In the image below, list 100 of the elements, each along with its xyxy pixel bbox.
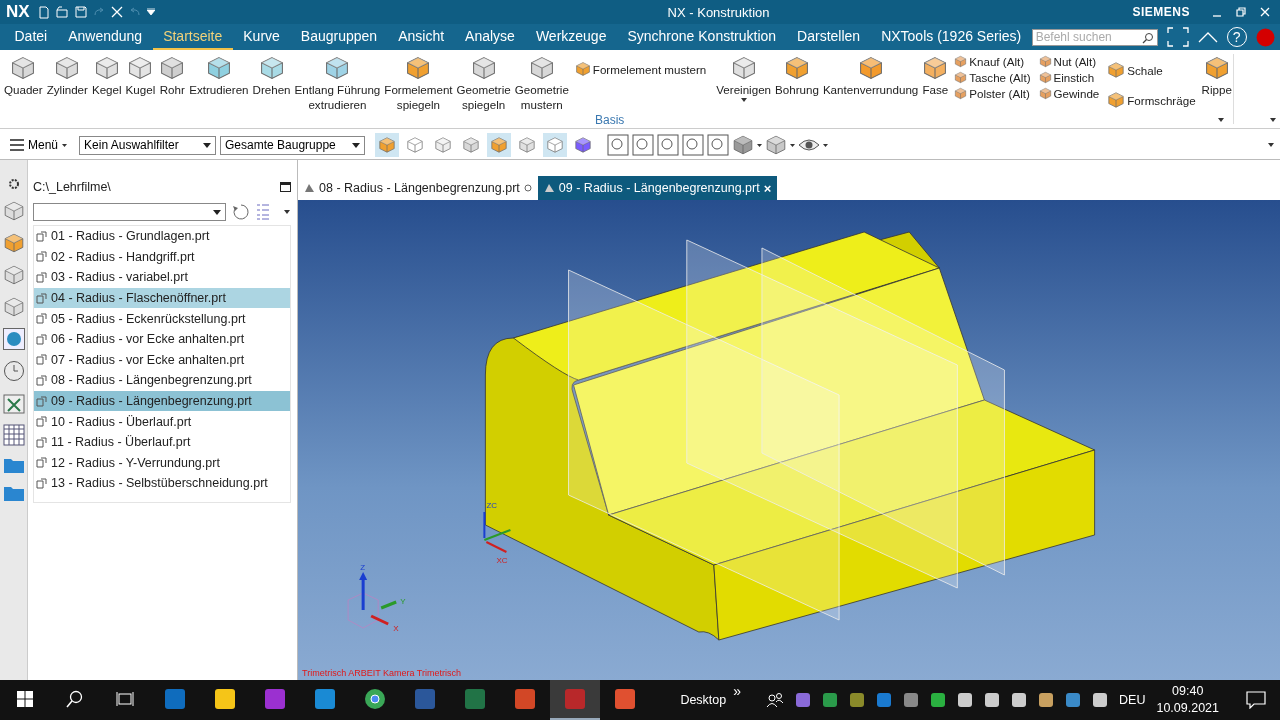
tray-icon[interactable]: [984, 692, 1001, 708]
ribbon-button[interactable]: Gewinde: [1037, 87, 1101, 100]
ribbon-button[interactable]: Tasche (Alt): [953, 71, 1032, 84]
caret-down-icon[interactable]: [203, 142, 212, 148]
ribbon-button[interactable]: Entlang Führung extrudieren: [292, 53, 383, 114]
task-view-icon[interactable]: [116, 691, 134, 707]
rotate-icon[interactable]: [682, 134, 705, 156]
file-list-item[interactable]: 09 - Radius - Längenbegrenzung.prt: [34, 390, 290, 412]
people-icon[interactable]: [766, 692, 785, 708]
caret-down-icon[interactable]: [1218, 118, 1224, 122]
file-list-item[interactable]: 02 - Radius - Handgriff.prt: [34, 246, 290, 268]
ribbon-button[interactable]: Knauf (Alt): [953, 55, 1032, 68]
tray-icon[interactable]: [1011, 692, 1028, 708]
file-list-item[interactable]: 07 - Radius - vor Ecke anhalten.prt: [34, 349, 290, 371]
shading-icon[interactable]: [732, 134, 755, 156]
ribbon-button[interactable]: Schale: [1106, 61, 1197, 79]
tray-icon[interactable]: [1065, 692, 1082, 708]
ribbon-button[interactable]: Kugel: [123, 53, 158, 99]
close-icon[interactable]: [110, 6, 123, 18]
ribbon-button[interactable]: Vereinigen: [714, 53, 774, 104]
file-list-item[interactable]: 01 - Radius - Grundlagen.prt: [34, 226, 290, 247]
file-list-item[interactable]: 05 - Radius - Eckenrückstellung.prt: [34, 308, 290, 329]
menu-tab[interactable]: Synchrone Konstruktion: [616, 24, 787, 50]
menu-tab[interactable]: Datei: [4, 24, 58, 50]
ribbon-button[interactable]: Geometrie mustern: [512, 53, 571, 114]
ribbon-button[interactable]: Geometrie spiegeln: [454, 53, 513, 114]
cube-icon[interactable]: [2, 232, 25, 254]
tray-icon[interactable]: [1092, 692, 1109, 708]
caret-down-icon[interactable]: [790, 143, 796, 147]
ribbon-button[interactable]: Fase: [920, 53, 951, 99]
notification-icon[interactable]: [1246, 691, 1266, 709]
ribbon-button[interactable]: Quader: [2, 53, 45, 99]
ribbon-button[interactable]: Nut (Alt): [1037, 55, 1101, 68]
caret-down-icon[interactable]: [352, 142, 361, 148]
zoom-window-icon[interactable]: [607, 134, 630, 156]
cube-icon[interactable]: [2, 200, 25, 222]
file-list-item[interactable]: 11 - Radius - Überlauf.prt: [34, 431, 290, 453]
ribbon-button[interactable]: Formelement mustern: [570, 53, 711, 77]
tray-icon[interactable]: [1038, 692, 1055, 708]
ribbon-button[interactable]: Formschräge: [1106, 91, 1197, 109]
clock-icon[interactable]: [2, 360, 25, 382]
menu-tab[interactable]: Werkzeuge: [525, 24, 617, 50]
full-screen-icon[interactable]: [1166, 27, 1189, 47]
gear-icon[interactable]: [7, 178, 20, 190]
file-list-item[interactable]: 10 - Radius - Überlauf.prt: [34, 411, 290, 432]
file-list-item[interactable]: 04 - Radius - Flaschenöffner.prt: [34, 287, 290, 309]
command-search-field[interactable]: Befehl suchen: [1031, 28, 1158, 46]
new-file-icon[interactable]: [37, 5, 50, 19]
dropdown-field[interactable]: Kein Auswahlfilter: [79, 135, 217, 155]
menu-tab[interactable]: Baugruppen: [290, 24, 388, 50]
collapse-ribbon-icon[interactable]: [1197, 31, 1218, 43]
ribbon-button[interactable]: Rippe: [1199, 53, 1234, 99]
menu-tab[interactable]: Ansicht: [387, 24, 455, 50]
tray-icon[interactable]: [930, 692, 947, 708]
save-icon[interactable]: [74, 6, 87, 18]
desktop-toolbar-label[interactable]: Desktop: [680, 693, 727, 707]
ribbon-button[interactable]: Zylinder: [44, 53, 90, 99]
restore-icon[interactable]: [1236, 7, 1246, 17]
caret-down-icon[interactable]: [62, 143, 68, 147]
ribbon-button[interactable]: Drehen: [250, 53, 293, 99]
selection-tool-button[interactable]: [487, 133, 512, 157]
tray-icon[interactable]: [903, 692, 920, 708]
ribbon-button[interactable]: Extrudieren: [187, 53, 251, 99]
caret-down-icon[interactable]: [1270, 118, 1276, 122]
menu-tab[interactable]: Anwendung: [57, 24, 153, 50]
overflow-button[interactable]: »: [733, 683, 742, 699]
ribbon-button[interactable]: Formelement spiegeln: [382, 53, 455, 114]
dropdown-field[interactable]: Gesamte Baugruppe: [220, 135, 366, 155]
menu-tab[interactable]: Analyse: [454, 24, 526, 50]
caret-down-icon[interactable]: [740, 98, 747, 102]
caret-down-icon[interactable]: [823, 143, 829, 147]
tray-icon[interactable]: [822, 692, 839, 708]
menu-tab[interactable]: Darstellen: [786, 24, 871, 50]
file-list-item[interactable]: 13 - Radius - Selbstüberschneidung.prt: [34, 473, 290, 494]
folder-icon[interactable]: [2, 484, 25, 502]
globe-icon[interactable]: [2, 328, 25, 350]
caret-down-icon[interactable]: [213, 209, 221, 215]
file-list-item[interactable]: 08 - Radius - Längenbegrenzung.prt: [34, 370, 290, 391]
file-list-item[interactable]: 03 - Radius - variabel.prt: [34, 267, 290, 288]
selection-tool-button[interactable]: [375, 133, 400, 157]
ribbon-button[interactable]: Bohrung: [773, 53, 821, 99]
caret-down-icon[interactable]: [1268, 143, 1274, 147]
document-tab[interactable]: 08 - Radius - Längenbegrenzung.prt: [298, 176, 538, 200]
folder-icon[interactable]: [2, 456, 25, 474]
zoom-icon[interactable]: [632, 134, 655, 156]
caret-down-icon[interactable]: [284, 210, 290, 214]
ribbon-button[interactable]: Kantenverrundung: [820, 53, 921, 99]
maximize-icon[interactable]: [280, 182, 291, 192]
search-icon[interactable]: [1141, 31, 1154, 44]
menu-tab[interactable]: Kurve: [232, 24, 291, 50]
document-tab[interactable]: 09 - Radius - Längenbegrenzung.prt ×: [537, 176, 778, 200]
ribbon-button[interactable]: Rohr: [157, 53, 188, 99]
ribbon-button[interactable]: Kegel: [89, 53, 124, 99]
menu-tab[interactable]: NXTools (1926 Series): [870, 24, 1032, 50]
file-list-item[interactable]: 06 - Radius - vor Ecke anhalten.prt: [34, 328, 290, 350]
language-indicator[interactable]: DEU: [1119, 693, 1146, 707]
ribbon-button[interactable]: Polster (Alt): [953, 87, 1032, 100]
close-button[interactable]: ×: [763, 180, 772, 196]
search-icon[interactable]: [66, 690, 84, 708]
close-icon[interactable]: [1260, 7, 1270, 17]
